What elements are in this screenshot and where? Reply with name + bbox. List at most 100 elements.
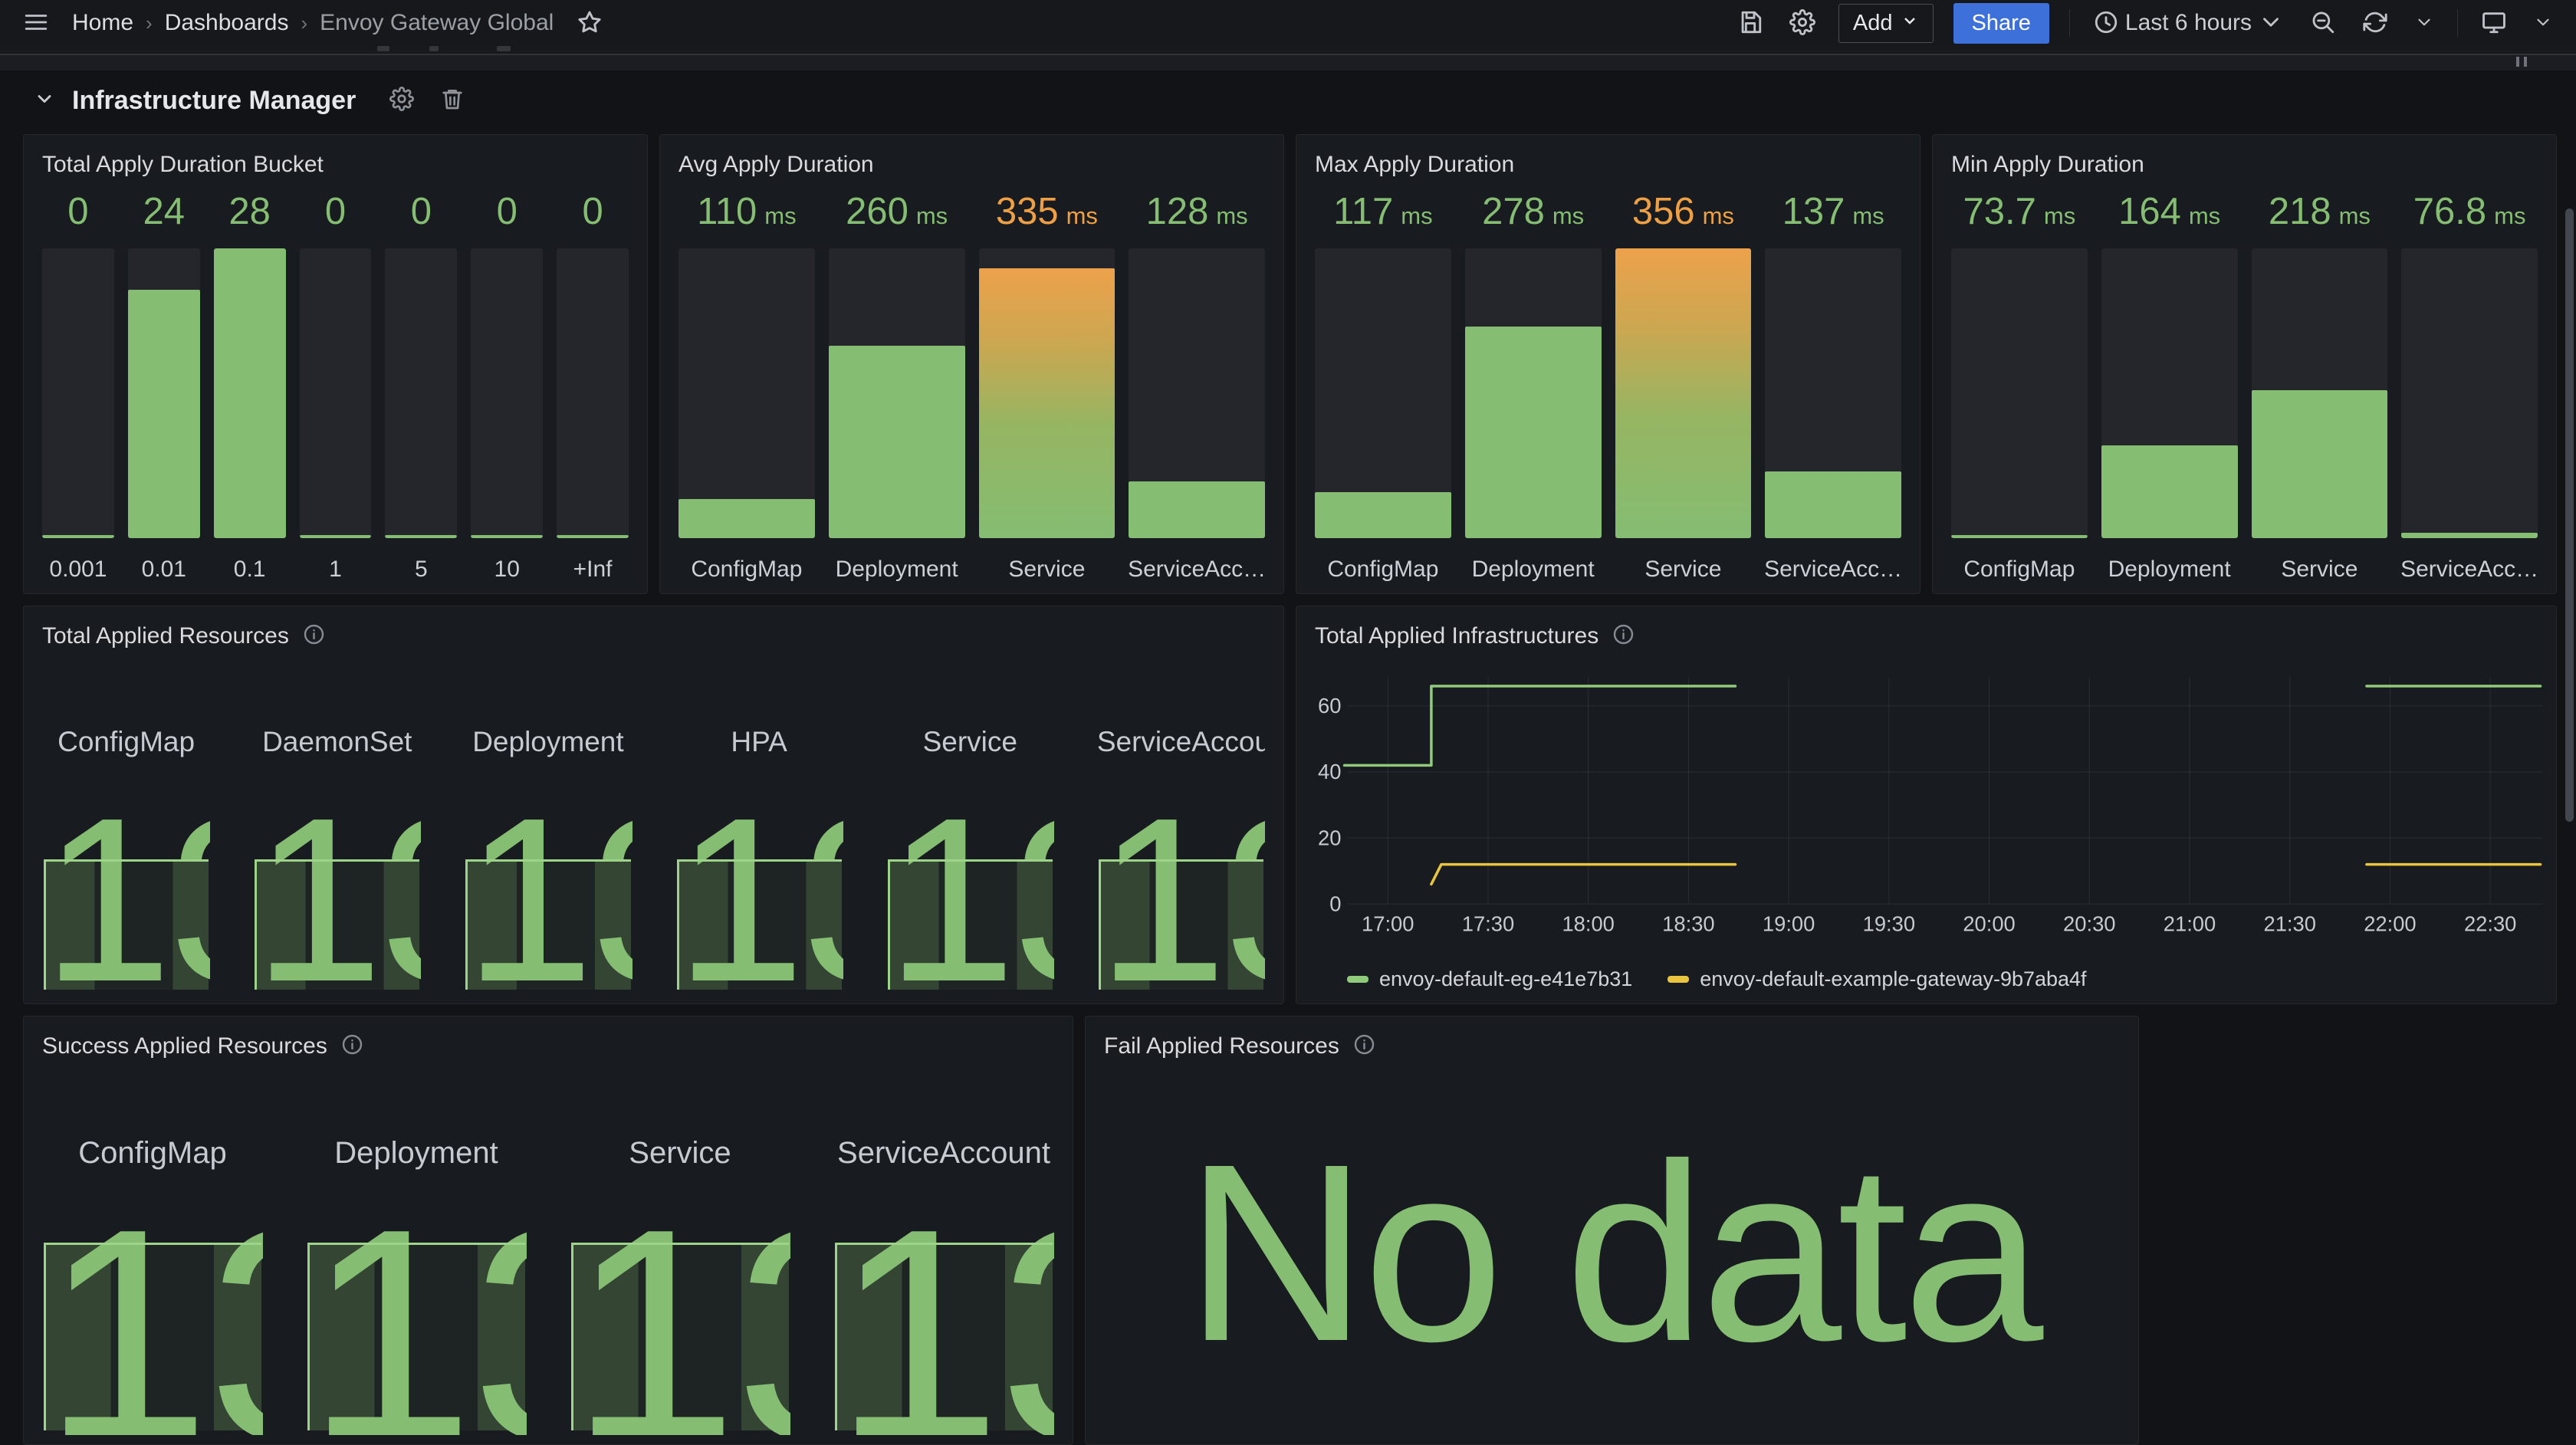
- bar-value: 0: [42, 190, 114, 248]
- bar-track: [678, 248, 815, 538]
- panel-min-apply-duration: Min Apply Duration73.7msConfigMap164msDe…: [1932, 134, 2557, 594]
- refresh-button[interactable]: [2359, 6, 2391, 41]
- breadcrumb-item[interactable]: Envoy Gateway Global: [320, 10, 554, 36]
- panel-title[interactable]: Total Applied Resources: [42, 623, 289, 649]
- bar-gauge: 73.7msConfigMap164msDeployment218msServi…: [1951, 190, 2538, 583]
- panel-title[interactable]: Min Apply Duration: [1951, 152, 2144, 178]
- panel-title[interactable]: Success Applied Resources: [42, 1033, 327, 1059]
- bar-label: Service: [2252, 538, 2388, 583]
- bar-value: 24: [128, 190, 200, 248]
- row-header[interactable]: Infrastructure Manager: [34, 86, 465, 116]
- panel-title[interactable]: Fail Applied Resources: [1104, 1033, 1339, 1059]
- clock-icon: [2093, 9, 2119, 38]
- save-dashboard-button[interactable]: [1734, 6, 1766, 41]
- share-button[interactable]: Share: [1953, 3, 2049, 44]
- bar-value-unit: ms: [1852, 202, 1884, 230]
- bar-track: [557, 248, 629, 538]
- bar-gauge: 117msConfigMap278msDeployment356msServic…: [1315, 190, 1901, 583]
- stat-label: HPA: [675, 726, 843, 758]
- bar-value: 278ms: [1465, 190, 1602, 248]
- strip-band: [0, 55, 2576, 71]
- row-settings-gear-icon[interactable]: [389, 87, 414, 115]
- bar-label: 0.01: [128, 538, 200, 583]
- x-axis-tick-label: 20:00: [1963, 912, 2015, 936]
- bar-value-unit: ms: [2044, 202, 2075, 230]
- bar-value-unit: ms: [1401, 202, 1432, 230]
- panel-title[interactable]: Total Apply Duration Bucket: [42, 152, 324, 178]
- panel-title[interactable]: Max Apply Duration: [1315, 152, 1514, 178]
- time-range-picker[interactable]: Last 6 hours: [2090, 6, 2287, 41]
- dashboard-settings-button[interactable]: [1786, 6, 1819, 41]
- x-axis-tick-label: 17:30: [1462, 912, 1514, 936]
- panel-total-applied-resources: Total Applied Resources ConfigMap13Daemon…: [23, 606, 1284, 1004]
- bar-fill: [2101, 445, 2238, 538]
- legend-item[interactable]: envoy-default-example-gateway-9b7aba4f: [1668, 967, 2086, 991]
- bar-value: 73.7ms: [1951, 190, 2088, 248]
- zoom-out-time-button[interactable]: [2307, 6, 2339, 41]
- bar-fill: [1951, 535, 2088, 538]
- bar-value-number: 137: [1783, 190, 1845, 233]
- y-axis-tick-label: 40: [1318, 760, 1341, 783]
- bar-track: [385, 248, 457, 538]
- bar-track: [300, 248, 372, 538]
- refresh-interval-caret[interactable]: [2411, 9, 2437, 38]
- bar-value-number: 218: [2269, 190, 2331, 233]
- favorite-button[interactable]: [573, 6, 606, 41]
- tv-mode-button[interactable]: [2478, 6, 2510, 41]
- bar-track: [1765, 248, 1901, 538]
- bar-track: [1129, 248, 1265, 538]
- stat-label: DaemonSet: [253, 726, 421, 758]
- bar-fill: [557, 535, 629, 538]
- timeseries-plot[interactable]: 17:0017:3018:0018:3019:0019:3020:0020:30…: [1315, 655, 2554, 947]
- bar-column: 76.8ms ServiceAcc…: [2401, 190, 2538, 583]
- bar-label: ServiceAcc…: [2401, 538, 2538, 583]
- bar-column: 73.7msConfigMap: [1951, 190, 2088, 583]
- bar-label: 1: [300, 538, 372, 583]
- row-title[interactable]: Infrastructure Manager: [72, 86, 356, 116]
- info-icon[interactable]: [341, 1033, 363, 1059]
- stat-cell: ServiceAccount13: [1097, 660, 1265, 994]
- bar-value: 76.8ms: [2401, 190, 2538, 248]
- bar-value: 0: [557, 190, 629, 248]
- stat-sparkline: [255, 859, 419, 990]
- bar-label: +Inf: [557, 538, 629, 583]
- bar-column: 00.001: [42, 190, 114, 583]
- bar-column: 280.1: [214, 190, 286, 583]
- bar-label: Deployment: [829, 538, 965, 583]
- bar-value-number: 0: [325, 190, 346, 233]
- panel-title[interactable]: Total Applied Infrastructures: [1315, 623, 1598, 649]
- info-icon[interactable]: [1353, 1033, 1375, 1059]
- row-delete-trash-icon[interactable]: [440, 87, 465, 115]
- bar-label: Deployment: [2101, 538, 2238, 583]
- stat-cell: HPA13: [675, 660, 843, 994]
- bar-track: [1951, 248, 2088, 538]
- bar-track: [1465, 248, 1602, 538]
- bar-track: [829, 248, 965, 538]
- stat-label: ConfigMap: [42, 726, 210, 758]
- breadcrumb-item[interactable]: Home: [72, 10, 133, 36]
- bar-value: 260ms: [829, 190, 965, 248]
- panel-title[interactable]: Avg Apply Duration: [678, 152, 874, 178]
- chevron-down-icon[interactable]: [34, 88, 55, 113]
- bar-fill: [2252, 390, 2388, 538]
- menu-toggle-button[interactable]: [20, 6, 52, 41]
- info-icon[interactable]: [303, 623, 325, 649]
- bar-column: 110msConfigMap: [678, 190, 815, 583]
- panel-max-apply-duration: Max Apply Duration 117msConfigMap278msDep…: [1296, 134, 1921, 594]
- bar-fill: [385, 535, 457, 538]
- bar-column: 260ms Deployment: [829, 190, 965, 583]
- bar-column: 240.01: [128, 190, 200, 583]
- panel-header: Avg Apply Duration: [678, 147, 1265, 182]
- breadcrumb-item[interactable]: Dashboards: [165, 10, 289, 36]
- stat-grid: ConfigMap13DaemonSet13Deployment13HPA13S…: [42, 660, 1265, 994]
- add-button[interactable]: Add: [1838, 4, 1934, 43]
- bar-fill: [1765, 471, 1901, 538]
- kiosk-caret[interactable]: [2530, 9, 2556, 38]
- x-axis-tick-label: 19:30: [1863, 912, 1915, 936]
- top-navbar: Home›Dashboards›Envoy Gateway Global Add…: [0, 0, 2576, 46]
- bar-track: [2401, 248, 2538, 538]
- bar-fill: [1465, 327, 1602, 538]
- info-icon[interactable]: [1612, 623, 1635, 649]
- vertical-scrollbar-thumb[interactable]: [2565, 209, 2574, 822]
- legend-item[interactable]: envoy-default-eg-e41e7b31: [1347, 967, 1632, 991]
